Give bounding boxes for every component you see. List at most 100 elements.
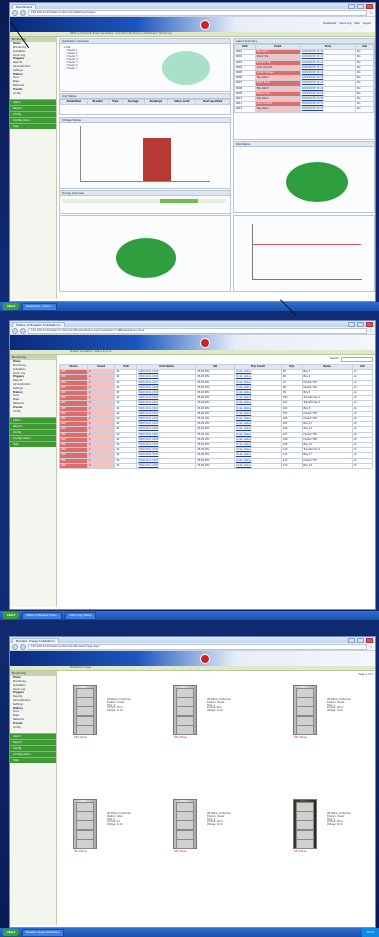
back-icon[interactable] (12, 9, 18, 16)
maximize-button[interactable] (357, 3, 364, 9)
taskbar-button[interactable]: Alarm Log Viewer (65, 611, 96, 620)
maximize-button[interactable] (357, 321, 364, 327)
lower-pie (116, 238, 176, 278)
rack-caption[interactable]: CB 1 Panel (74, 736, 87, 739)
unit-status-panel: Unit Status Substation Breaker Trips Averag… (59, 93, 231, 115)
clock: 10:12 (361, 928, 379, 937)
taskbar: start Status of Breaker Subs... Alarm Lo… (0, 611, 379, 620)
rack-image[interactable] (73, 799, 97, 849)
rack-caption[interactable]: CB 3 Panel (294, 736, 307, 739)
dashboard-window: Dashboard 192.168.10.20/webmonitor/main/… (9, 2, 376, 302)
sidebar: Monitoring Home Monitoring Substation Alarm… (10, 355, 57, 607)
voltage-status-panel: Voltage Status (59, 117, 231, 189)
top-link[interactable]: Alarm Log (339, 22, 351, 25)
page-indicator: Page 1 of 1 (358, 673, 373, 676)
site-status-pie (286, 162, 348, 202)
minimize-button[interactable] (348, 3, 355, 9)
site-status-panel: Site Status (233, 141, 375, 213)
site-banner (10, 651, 375, 666)
rack-info: CB Status: 10 Normal Position: Closed Trip… (327, 698, 351, 713)
rack-info-line: Voltage: 11 kV (107, 823, 123, 827)
rack-image[interactable] (173, 685, 197, 735)
sidebar-group[interactable]: Help (10, 123, 56, 130)
energy-bar-fill (160, 199, 198, 203)
rack-slot (296, 724, 314, 735)
url-field[interactable]: 192.168.10.20/webmonitor/main/BreakerSta… (28, 327, 367, 334)
table-header-cell: Alarm Limit (167, 98, 197, 106)
taskbar-button[interactable]: Breaker Image Substation (22, 928, 64, 937)
address-bar: 192.168.10.20/webmonitor/main/BreakerIma… (10, 643, 375, 651)
minimize-button[interactable] (348, 321, 355, 327)
taskbar-button[interactable]: Dashboard - Intern... (22, 302, 57, 311)
rack-slot (176, 724, 194, 735)
top-links: Dashboard Alarm Log Help Logout (323, 22, 371, 25)
top-link[interactable]: Dashboard (323, 22, 336, 25)
table-header-cell: Readings (143, 98, 169, 106)
status-table: Substation Breaker Trips Average Readings Ala… (60, 98, 230, 106)
browser-tab[interactable]: Breaker Image Substation (12, 637, 59, 643)
table-cell[interactable]: 0009-0011-0033 (136, 462, 197, 470)
forward-icon[interactable] (20, 9, 26, 16)
start-button[interactable]: start (3, 612, 20, 619)
overview-pie (162, 51, 210, 85)
maximize-button[interactable] (357, 637, 364, 643)
breaker-main: Search Alarm Event Unit Unit Detail Val Trip … (57, 355, 375, 607)
search-input[interactable] (341, 357, 373, 362)
close-button[interactable] (366, 321, 373, 327)
table-row[interactable]: 0012 Trip Alarm 2009/09/28 15:33 No (234, 106, 374, 113)
browser-tab[interactable]: Dashboard (12, 3, 37, 9)
panel-title: Site Status (234, 142, 374, 147)
rack-info-line: Voltage: 11 kV (207, 709, 223, 713)
taskbar-button[interactable]: Status of Breaker Subs... (22, 611, 63, 620)
start-button[interactable]: start (3, 929, 20, 936)
address-bar: 192.168.10.20/webmonitor/main/Dashboard.… (10, 9, 375, 17)
sidebar-group[interactable]: Help (10, 757, 56, 764)
table-cell: ok (351, 462, 374, 470)
rack-info-line: Voltage: 11 kV (107, 709, 123, 713)
bookmark-star-icon[interactable]: ☆ (369, 10, 373, 15)
top-link[interactable]: Help (354, 22, 359, 25)
dashboard-main: Substation Overview ▾ Site • Feeder 1 • … (57, 37, 375, 299)
top-link[interactable]: Logout (363, 22, 371, 25)
table-cell: 0012 (234, 106, 256, 113)
close-button[interactable] (366, 637, 373, 643)
forward-icon[interactable] (20, 643, 26, 650)
bookmark-star-icon[interactable]: ☆ (369, 644, 373, 649)
sidebar: Monitoring Home Monitoring Substation Alarm… (10, 37, 57, 299)
back-icon[interactable] (12, 327, 18, 334)
search-row: Search (59, 357, 373, 362)
window-controls (348, 3, 373, 9)
rack-caption[interactable]: CB 6 Panel (294, 850, 307, 853)
tree-view: ▾ Site • Feeder 1 • Feeder 2 • Feeder 3 … (64, 46, 78, 70)
rack-slot (296, 838, 314, 849)
sidebar-group[interactable]: Help (10, 441, 56, 448)
rack-image[interactable] (173, 799, 197, 849)
window-controls (348, 321, 373, 327)
energy-overview-panel: Energy Overview (59, 190, 231, 214)
rack-image[interactable] (293, 799, 317, 849)
table-cell: 2009/09/28 15:33 (299, 106, 357, 113)
start-button[interactable]: start (3, 303, 20, 310)
rack-caption[interactable]: CB 4 Panel (74, 850, 87, 853)
alarm-table: Unit Point Time Ack 0001 Trip Alarm 2009/09/28… (234, 43, 374, 113)
close-button[interactable] (366, 3, 373, 9)
url-field[interactable]: 192.168.10.20/webmonitor/main/Dashboard.… (28, 9, 367, 16)
panel-title: Voltage Status (60, 118, 230, 123)
minimize-button[interactable] (348, 637, 355, 643)
rack-caption[interactable]: CB 2 Panel (174, 736, 187, 739)
browser-tab[interactable]: Status of Breaker Substations (12, 321, 65, 327)
table-cell: 2 (87, 462, 116, 470)
table-cell[interactable]: Under status (233, 462, 282, 470)
bookmark-star-icon[interactable]: ☆ (369, 328, 373, 333)
table-header-cell: Breaker (86, 98, 109, 106)
table-cell: No (355, 106, 374, 113)
back-icon[interactable] (12, 643, 18, 650)
alarm-summary-panel: Alarm Summary Unit Point Time Ack 0001 Trip A… (233, 38, 375, 140)
table-row[interactable]: AEE 2 42 0009-0011-0033 45.00 kHz Under statu… (58, 462, 374, 470)
url-field[interactable]: 192.168.10.20/webmonitor/main/BreakerIma… (28, 643, 367, 650)
rack-caption[interactable]: CB 5 Panel (174, 850, 187, 853)
forward-icon[interactable] (20, 327, 26, 334)
rack-image[interactable] (293, 685, 317, 735)
chart-bar (143, 138, 171, 181)
rack-image[interactable] (73, 685, 97, 735)
